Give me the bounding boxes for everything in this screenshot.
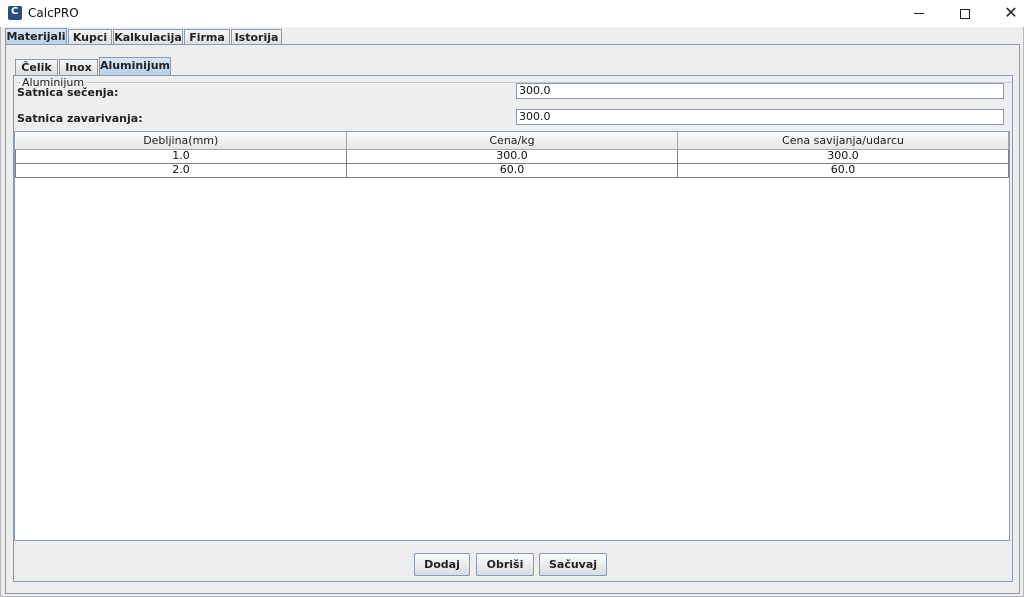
close-icon: ✕ xyxy=(1004,3,1018,22)
tab-label: Kupci xyxy=(72,31,108,44)
table-row[interactable]: 2.0 60.0 60.0 xyxy=(15,162,1009,178)
column-header-price-per-kg[interactable]: Cena/kg xyxy=(346,132,678,150)
tab-celik[interactable]: Čelik xyxy=(15,59,58,76)
table-cell[interactable]: 2.0 xyxy=(15,162,347,178)
minimize-icon xyxy=(914,13,924,14)
app-icon xyxy=(8,6,22,20)
table-cell[interactable]: 300.0 xyxy=(346,148,678,164)
table-cell[interactable]: 60.0 xyxy=(346,162,678,178)
close-button[interactable]: ✕ xyxy=(988,0,1024,27)
tab-label: Aluminijum xyxy=(100,59,171,72)
maximize-icon xyxy=(960,8,970,19)
table-cell[interactable]: 1.0 xyxy=(15,148,347,164)
tab-label: Čelik xyxy=(21,61,52,74)
delete-button[interactable]: Obriši xyxy=(476,553,534,576)
tab-label: Kalkulacija xyxy=(114,31,182,44)
welding-rate-field[interactable]: 300.0 xyxy=(516,109,1004,125)
save-button[interactable]: Sačuvaj xyxy=(539,553,607,576)
table-cell[interactable]: 300.0 xyxy=(677,148,1009,164)
tab-label: Materijali xyxy=(6,30,66,43)
thickness-table: Debljina(mm) Cena/kg Cena savijanja/udar… xyxy=(14,131,1010,541)
title-bar: CalcPRO ✕ xyxy=(0,0,1024,27)
aluminijum-panel: Aluminijum Satnica sečenja: 300.0 Satnic… xyxy=(13,75,1013,582)
column-header-bending-price[interactable]: Cena savijanja/udarcu xyxy=(677,132,1009,150)
column-header-thickness[interactable]: Debljina(mm) xyxy=(15,132,347,150)
add-button[interactable]: Dodaj xyxy=(414,553,470,576)
welding-rate-label: Satnica zavarivanja: xyxy=(17,112,143,125)
tab-label: Inox xyxy=(65,61,92,74)
table-row[interactable]: 1.0 300.0 300.0 xyxy=(15,148,1009,164)
table-header-row: Debljina(mm) Cena/kg Cena savijanja/udar… xyxy=(15,132,1009,150)
cutting-rate-label: Satnica sečenja: xyxy=(17,86,119,99)
minimize-button[interactable] xyxy=(896,0,942,27)
cutting-rate-field[interactable]: 300.0 xyxy=(516,83,1004,99)
tab-inox[interactable]: Inox xyxy=(59,59,98,76)
tab-aluminijum[interactable]: Aluminijum xyxy=(99,57,171,76)
window-title: CalcPRO xyxy=(28,6,79,20)
tab-label: Istorija xyxy=(234,31,279,44)
table-cell[interactable]: 60.0 xyxy=(677,162,1009,178)
main-frame: Materijali Kupci Kalkulacija Firma Istor… xyxy=(0,27,1024,597)
materijali-panel: Čelik Inox Aluminijum Aluminijum Satnica… xyxy=(5,44,1020,594)
tab-label: Firma xyxy=(189,31,225,44)
maximize-button[interactable] xyxy=(942,0,988,27)
